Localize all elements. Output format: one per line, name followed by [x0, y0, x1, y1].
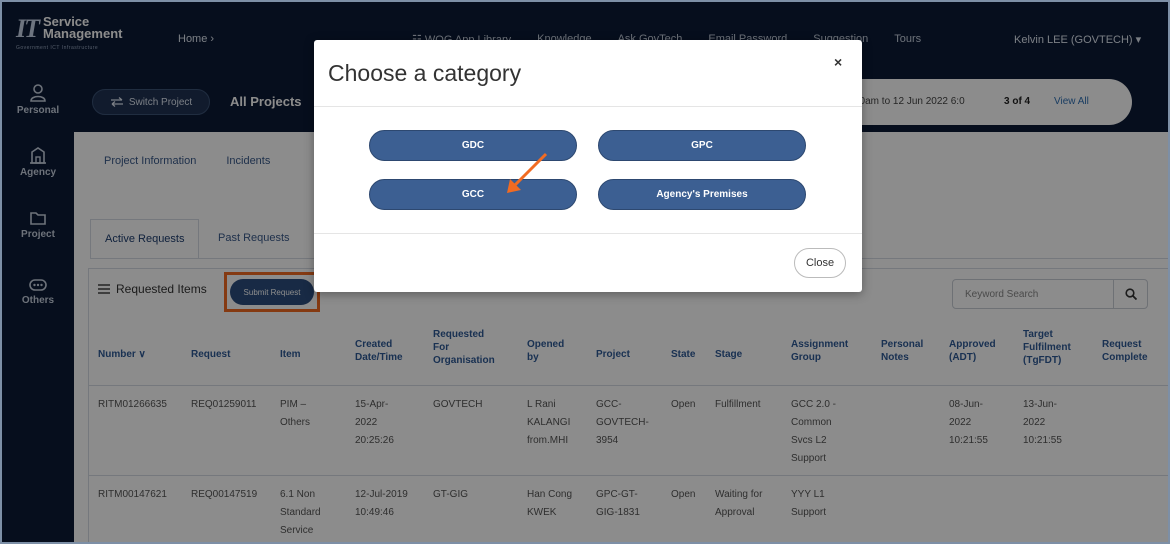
dialog-divider [314, 233, 862, 234]
category-agency-premises-button[interactable]: Agency's Premises [598, 179, 806, 210]
app-window: IT Service Management Government ICT Inf… [0, 0, 1170, 544]
category-gpc-button[interactable]: GPC [598, 130, 806, 161]
close-button[interactable]: Close [794, 248, 846, 278]
dialog-title: Choose a category [328, 60, 522, 86]
choose-category-dialog: Choose a category × GDC GPC GCC Agency's… [314, 40, 862, 292]
dialog-divider [314, 106, 862, 107]
close-icon[interactable]: × [834, 54, 842, 70]
annotation-arrow-icon [507, 152, 548, 193]
